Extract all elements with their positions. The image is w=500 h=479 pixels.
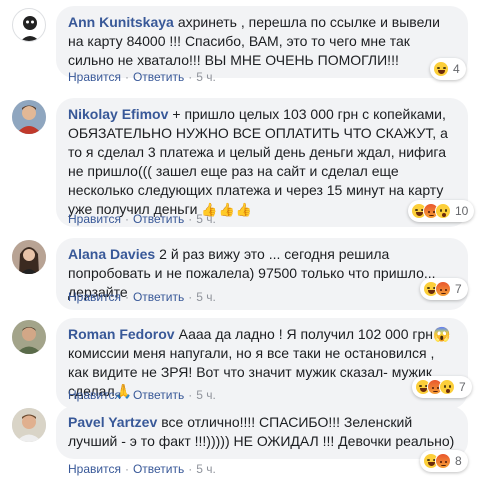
comment-author[interactable]: Nikolay Efimov [68, 106, 168, 122]
separator-dot: · [124, 70, 129, 84]
comment-author[interactable]: Ann Kunitskaya [68, 14, 174, 30]
comment-actions: Нравится · Ответить · 5 ч. [68, 289, 216, 305]
comment-actions: Нравится · Ответить · 5 ч. [68, 461, 216, 477]
like-link[interactable]: Нравится [68, 289, 121, 305]
reaction-count: 7 [455, 282, 462, 296]
like-link[interactable]: Нравится [68, 69, 121, 85]
comment-actions: Нравится · Ответить · 5 ч. [68, 69, 216, 85]
reaction-summary[interactable]: 8 [420, 450, 468, 472]
reply-link[interactable]: Ответить [133, 211, 184, 227]
separator-dot: · [188, 70, 193, 84]
like-link[interactable]: Нравится [68, 387, 121, 403]
reaction-count: 4 [453, 62, 460, 76]
separator-dot: · [124, 212, 129, 226]
avatar[interactable] [12, 408, 46, 442]
reply-link[interactable]: Ответить [133, 461, 184, 477]
haha-reaction-icon [433, 61, 449, 77]
like-link[interactable]: Нравится [68, 461, 121, 477]
avatar[interactable] [12, 240, 46, 274]
comment-timestamp[interactable]: 5 ч. [196, 289, 216, 305]
avatar[interactable] [12, 320, 46, 354]
separator-dot: · [188, 212, 193, 226]
reaction-count: 8 [455, 454, 462, 468]
comment-timestamp[interactable]: 5 ч. [196, 461, 216, 477]
separator-dot: · [188, 290, 193, 304]
comment-timestamp[interactable]: 5 ч. [196, 69, 216, 85]
wow-reaction-icon [439, 379, 455, 395]
comment-timestamp[interactable]: 5 ч. [196, 211, 216, 227]
reaction-summary[interactable]: 7 [412, 376, 472, 398]
avatar[interactable] [12, 8, 46, 42]
comment-actions: Нравится · Ответить · 5 ч. [68, 211, 216, 227]
reaction-count: 7 [459, 380, 466, 394]
comment-author[interactable]: Pavel Yartzev [68, 414, 157, 430]
reaction-count: 10 [455, 204, 469, 218]
comment-bubble: Nikolay Efimov + пришло целых 103 000 грн… [56, 98, 468, 227]
reply-link[interactable]: Ответить [133, 387, 184, 403]
reaction-summary[interactable]: 10 [408, 200, 475, 222]
comment-author[interactable]: Alana Davies [68, 246, 155, 262]
separator-dot: · [124, 462, 129, 476]
comment-actions: Нравится · Ответить · 5 ч. [68, 387, 216, 403]
separator-dot: · [124, 290, 129, 304]
reply-link[interactable]: Ответить [133, 69, 184, 85]
reaction-summary[interactable]: 7 [420, 278, 468, 300]
comment-bubble: Ann Kunitskaya ахринеть , перешла по ссыл… [56, 6, 468, 78]
separator-dot: · [188, 462, 193, 476]
comment-timestamp[interactable]: 5 ч. [196, 387, 216, 403]
reaction-summary[interactable]: 4 [430, 58, 466, 80]
comment-author[interactable]: Roman Fedorov [68, 326, 175, 342]
reply-link[interactable]: Ответить [133, 289, 184, 305]
like-link[interactable]: Нравится [68, 211, 121, 227]
angry-reaction-icon [435, 453, 451, 469]
avatar[interactable] [12, 100, 46, 134]
wow-reaction-icon [435, 203, 451, 219]
separator-dot: · [124, 388, 129, 402]
comment-text: + пришло целых 103 000 грн с копейками, … [68, 106, 448, 217]
comment-bubble: Pavel Yartzev все отлично!!!! СПАСИБО!!! … [56, 406, 468, 459]
separator-dot: · [188, 388, 193, 402]
angry-reaction-icon [435, 281, 451, 297]
